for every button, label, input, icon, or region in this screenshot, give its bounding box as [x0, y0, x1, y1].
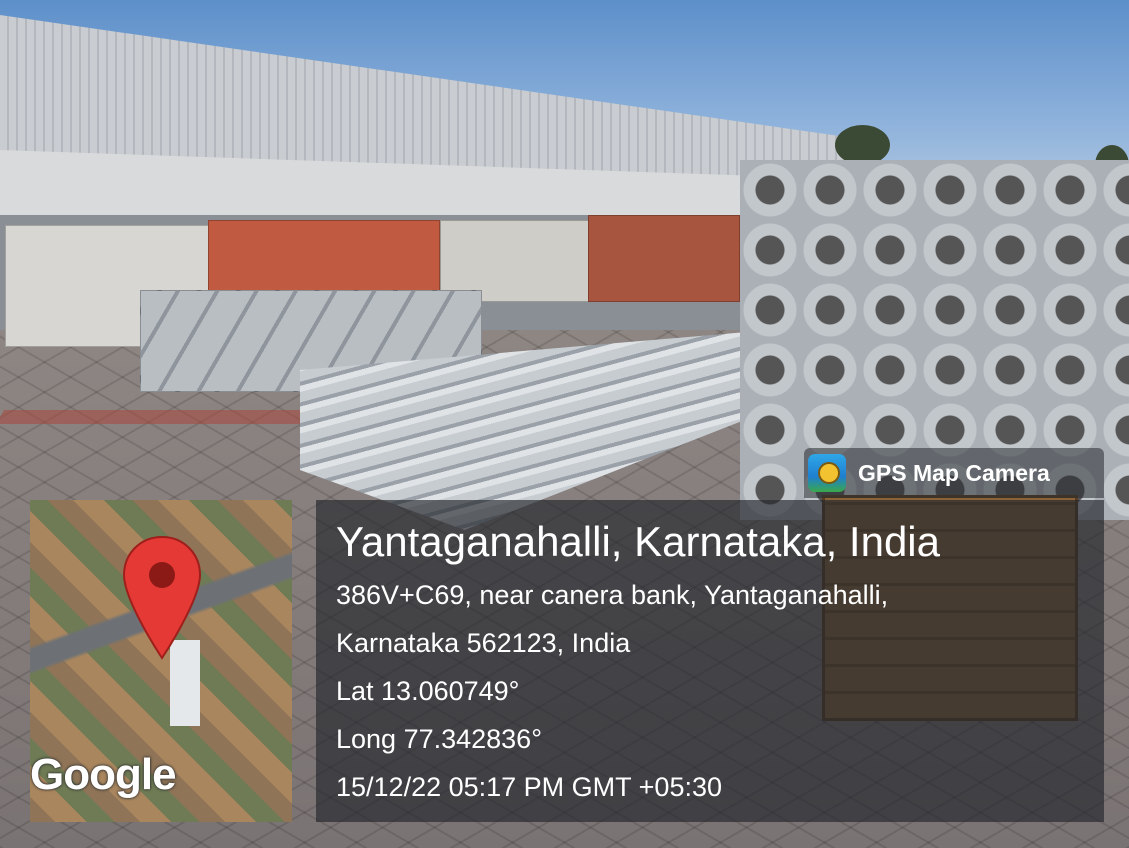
map-thumbnail: Google	[30, 500, 292, 822]
app-badge: GPS Map Camera	[804, 448, 1104, 498]
app-badge-label: GPS Map Camera	[858, 459, 1050, 486]
longitude: Long 77.342836°	[336, 724, 542, 754]
latitude: Lat 13.060749°	[336, 676, 520, 706]
crate-red	[588, 215, 740, 302]
tree	[835, 125, 890, 165]
location-title: Yantaganahalli, Karnataka, India	[336, 518, 940, 565]
timestamp: 15/12/22 05:17 PM GMT +05:30	[336, 772, 723, 802]
address-line-2: Karnataka 562123, India	[336, 628, 631, 658]
google-logo: Google	[30, 750, 177, 799]
map-pin-icon	[122, 535, 202, 660]
address-line-1: 386V+C69, near canera bank, Yantaganahal…	[336, 580, 889, 610]
gps-map-camera-app-icon	[808, 454, 846, 492]
location-info-panel: Yantaganahalli, Karnataka, India 386V+C6…	[316, 500, 1104, 822]
